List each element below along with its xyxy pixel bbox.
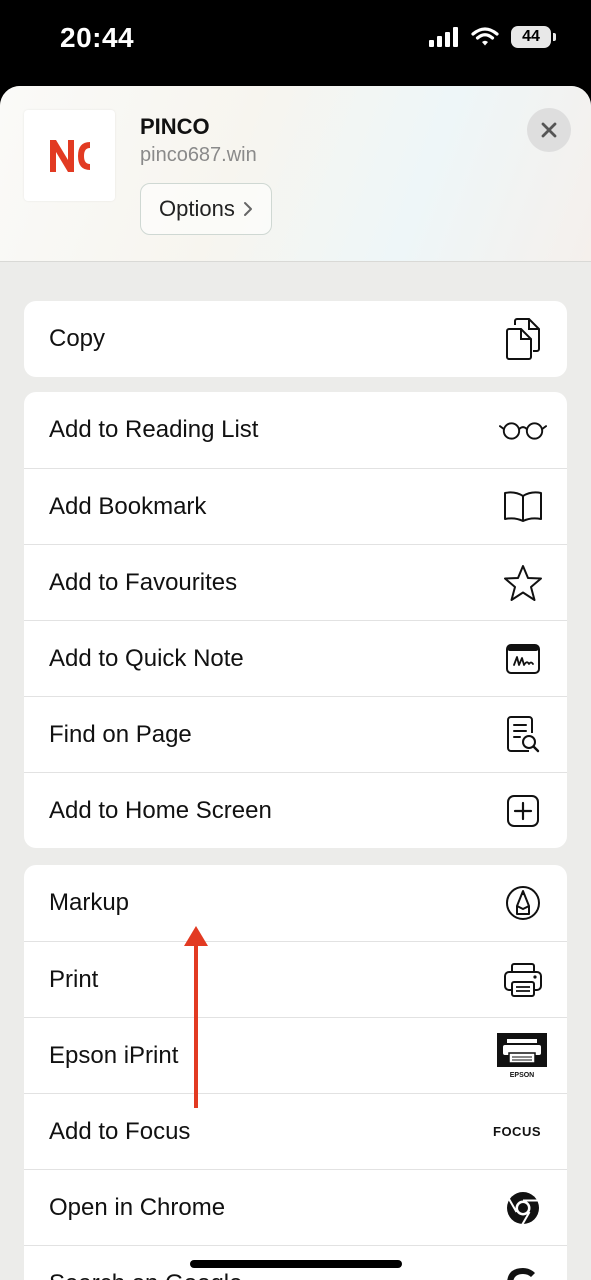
action-add-bookmark[interactable]: Add Bookmark: [24, 468, 567, 544]
action-label: Search on Google: [49, 1270, 242, 1280]
action-add-to-focus[interactable]: Add to Focus FOCUS: [24, 1093, 567, 1169]
action-markup[interactable]: Markup: [24, 865, 567, 941]
close-button[interactable]: [527, 108, 571, 152]
site-url: pinco687.win: [140, 144, 257, 166]
share-sheet: PINCO pinco687.win Options Copy Add to R…: [0, 86, 591, 1280]
action-label: Add to Focus: [49, 1117, 191, 1145]
copy-icon: [499, 315, 547, 363]
action-open-in-chrome[interactable]: Open in Chrome: [24, 1169, 567, 1245]
epson-text: EPSON: [510, 1072, 535, 1079]
action-add-to-reading-list[interactable]: Add to Reading List: [24, 392, 567, 468]
action-label: Add Bookmark: [49, 492, 207, 520]
site-logo: [24, 110, 115, 201]
star-icon: [499, 559, 547, 607]
action-label: Markup: [49, 889, 130, 916]
action-print[interactable]: Print: [24, 941, 567, 1017]
google-icon: [499, 1260, 547, 1280]
annotation-arrow-up-icon: [184, 926, 208, 1108]
action-epson-iprint[interactable]: Epson iPrint EPSON: [24, 1017, 567, 1093]
home-indicator: [190, 1260, 402, 1268]
action-label: Open in Chrome: [49, 1193, 226, 1221]
options-label: Options: [159, 196, 235, 221]
site-title: PINCO: [140, 114, 210, 139]
battery-icon: 44: [511, 26, 556, 48]
action-label: Add to Home Screen: [49, 796, 272, 824]
add-square-icon: [499, 787, 547, 835]
status-icons: 44: [429, 26, 556, 48]
quick-note-icon: [499, 635, 547, 683]
action-label: Add to Reading List: [49, 416, 259, 443]
action-add-to-home-screen[interactable]: Add to Home Screen: [24, 772, 567, 848]
action-label: Print: [49, 965, 99, 993]
action-label: Epson iPrint: [49, 1041, 179, 1069]
printer-icon: [499, 956, 547, 1004]
action-label: Add to Quick Note: [49, 644, 244, 672]
chevron-right-icon: [243, 202, 252, 216]
action-label: Add to Favourites: [49, 568, 238, 596]
pinco-logo-icon: [49, 139, 90, 172]
action-group-copy: Copy: [24, 301, 567, 377]
book-icon: [499, 483, 547, 531]
status-time: 20:44: [60, 22, 135, 53]
status-bar: 20:44 44: [0, 0, 591, 86]
find-on-page-icon: [499, 711, 547, 759]
action-find-on-page[interactable]: Find on Page: [24, 696, 567, 772]
action-copy[interactable]: Copy: [24, 301, 567, 377]
glasses-icon: [499, 406, 547, 454]
action-group-apps: Markup Print Epson iPrint EPSON Add to F…: [24, 865, 567, 1280]
action-label: Find on Page: [49, 720, 192, 748]
focus-icon: FOCUS: [487, 1108, 547, 1156]
battery-level: 44: [522, 28, 540, 45]
chrome-icon: [499, 1184, 547, 1232]
close-icon: [541, 122, 557, 138]
epson-icon: EPSON: [497, 1032, 547, 1080]
action-group-page: Add to Reading List Add Bookmark Add to …: [24, 392, 567, 848]
wifi-icon: [471, 27, 499, 46]
markup-pen-icon: [499, 879, 547, 927]
share-header: PINCO pinco687.win Options: [0, 86, 591, 262]
action-add-to-quick-note[interactable]: Add to Quick Note: [24, 620, 567, 696]
action-add-to-favourites[interactable]: Add to Favourites: [24, 544, 567, 620]
action-label: Copy: [49, 325, 106, 352]
options-button[interactable]: Options: [140, 183, 272, 235]
cellular-signal-icon: [429, 27, 458, 47]
focus-text: FOCUS: [493, 1124, 541, 1139]
